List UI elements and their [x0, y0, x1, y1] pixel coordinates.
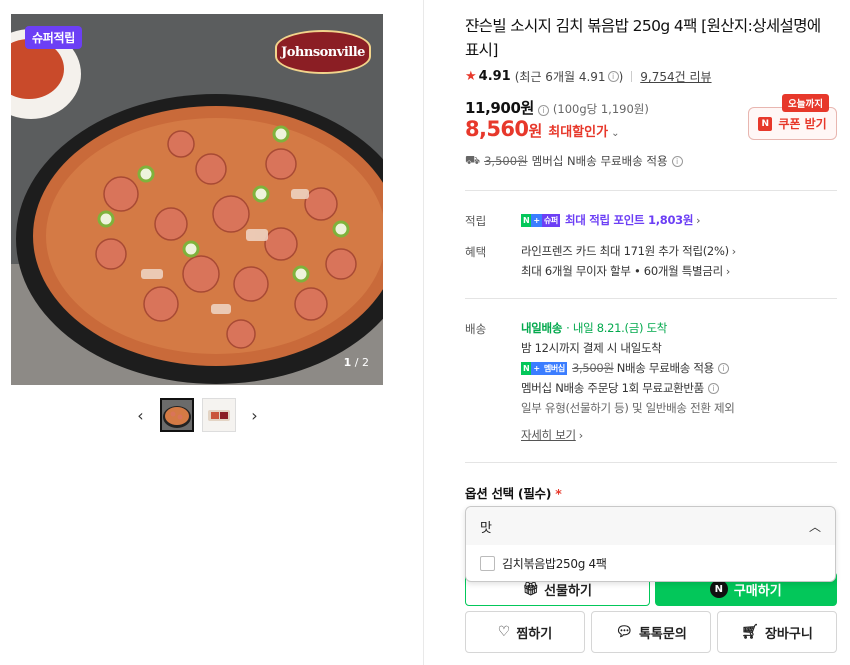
delivery-cutoff: 밤 12시까지 결제 시 내일도착: [521, 341, 662, 355]
chevron-right-icon: ›: [725, 264, 730, 278]
info-icon[interactable]: i: [707, 382, 719, 394]
points-line[interactable]: N + 슈퍼 최대 적립 포인트 1,803원 ›: [521, 212, 701, 228]
perk-installment-line[interactable]: 최대 6개월 무이자 할부 • 60개월 특별금리 ›: [521, 263, 730, 279]
original-price: 11,900원: [465, 99, 534, 117]
thumbnail-2[interactable]: [201, 398, 236, 432]
basket-icon: 🛒︎: [741, 624, 759, 640]
option-selected-value: 맛: [480, 520, 492, 536]
perks-label: 혜택: [465, 245, 487, 259]
sale-price-unit: 원: [528, 122, 543, 140]
free-exchange-line: 멤버십 N배송 주문당 1회 무료교환반품 i: [521, 380, 719, 396]
naver-pay-icon: N: [709, 580, 728, 598]
image-index: 1: [343, 356, 352, 369]
truck-icon: ⛟: [465, 153, 481, 167]
tomorrow-delivery-badge: 내일배송: [521, 321, 563, 335]
buy-label: 구매하기: [733, 583, 782, 599]
sale-price-row: 8,560 원 최대할인가 ⌄: [465, 117, 619, 141]
rating-score: 4.91: [478, 69, 511, 84]
option-dropdown[interactable]: 맛 ︿ 김치볶음밥250g 4팩: [465, 506, 836, 582]
chevron-right-icon: ›: [731, 244, 736, 258]
coupon-area: N 쿠폰 받기 오늘까지: [748, 94, 837, 140]
sale-price: 8,560: [465, 117, 529, 141]
thumbnail-image: [161, 400, 192, 430]
delivery-note: 일부 유형(선물하기 등) 및 일반배송 전환 제외: [521, 401, 735, 415]
shipping-text: 멤버십 N배송 무료배송 적용: [531, 154, 668, 168]
details-link-text: 자세히 보기: [521, 428, 576, 442]
star-icon: ★: [465, 69, 477, 84]
chevron-right-icon: ›: [696, 213, 701, 227]
coupon-label: 쿠폰 받기: [778, 117, 827, 131]
thumbnail-image: [202, 399, 235, 431]
info-icon[interactable]: i: [717, 362, 729, 374]
chevron-up-icon[interactable]: ︿: [809, 518, 821, 535]
membership-shipping-line: N + 멤버십 3,500원 N배송 무료배송 적용 i: [521, 360, 729, 376]
option-title: 옵션 선택 (필수) *: [465, 483, 562, 502]
review-count-link[interactable]: 9,754건 리뷰: [640, 68, 711, 85]
shipping-old-fee: 3,500원: [484, 154, 528, 168]
info-icon[interactable]: i: [671, 155, 683, 167]
delivery-free-text: N배송 무료배송 적용: [616, 361, 715, 375]
thumbnail-1[interactable]: [159, 398, 194, 432]
wishlist-label: 찜하기: [516, 626, 553, 642]
chat-bubble-icon: 💬︎: [615, 624, 633, 640]
super-points-badge: 슈퍼적립: [25, 26, 82, 49]
chevron-right-icon[interactable]: ›: [244, 404, 266, 426]
arrival-date: · 내일 8.21.(금) 도착: [566, 321, 668, 335]
perk-installment-text: 최대 6개월 무이자 할부 • 60개월 특별금리: [521, 264, 723, 278]
perk-card-line[interactable]: 라인프렌즈 카드 최대 171원 추가 적립(2%) ›: [521, 243, 736, 259]
rating-row: ★ 4.91 (최근 6개월 4.91 i ) 9,754건 리뷰: [465, 68, 712, 85]
section-divider: [465, 298, 837, 299]
cart-label: 장바구니: [764, 626, 813, 642]
chevron-right-icon: ›: [578, 428, 583, 442]
coupon-deadline-tag: 오늘까지: [782, 94, 829, 112]
section-divider: [465, 190, 837, 191]
wishlist-button[interactable]: ♡ 찜하기: [465, 611, 585, 653]
naver-plus-membership-badge: N + 멤버십: [521, 361, 567, 375]
option-title-text: 옵션 선택 (필수): [465, 486, 552, 501]
thumbnail-strip: ‹ ›: [0, 397, 395, 433]
shipping-fee-row: ⛟ 3,500원 멤버십 N배송 무료배송 적용 i: [465, 153, 683, 169]
info-icon[interactable]: i: [607, 71, 619, 82]
image-total: / 2: [354, 356, 369, 369]
main-product-image[interactable]: 슈퍼적립 Johnsonville 1 / 2: [11, 14, 383, 385]
free-exchange-text: 멤버십 N배송 주문당 1회 무료교환반품: [521, 381, 704, 395]
image-counter: 1 / 2: [344, 356, 369, 369]
talk-inquiry-label: 톡톡문의: [638, 626, 687, 642]
original-price-row: 11,900원 i (100g당 1,190원): [465, 97, 649, 118]
naver-plus-super-badge: N + 슈퍼: [521, 213, 560, 227]
gift-label: 선물하기: [544, 583, 592, 599]
option-item[interactable]: 김치볶음밥250g 4팩: [480, 555, 607, 572]
unit-price: (100g당 1,190원): [552, 102, 649, 116]
product-gallery: 슈퍼적립 Johnsonville 1 / 2 ‹ ›: [0, 0, 424, 665]
perk-card-text: 라인프렌즈 카드 최대 171원 추가 적립(2%): [521, 244, 729, 258]
divider: [631, 71, 633, 82]
section-divider: [465, 462, 837, 463]
required-mark: *: [555, 486, 562, 501]
max-points-text: 최대 적립 포인트 1,803원: [564, 213, 694, 227]
option-dropdown-header[interactable]: 맛 ︿: [466, 507, 835, 545]
points-label: 적립: [465, 214, 487, 228]
rating-recent: (최근 6개월 4.91: [514, 70, 606, 84]
secondary-actions: ♡ 찜하기 💬︎ 톡톡문의 🛒︎ 장바구니: [465, 611, 837, 653]
tomorrow-delivery-line: 내일배송 · 내일 8.21.(금) 도착: [521, 320, 667, 336]
talk-inquiry-button[interactable]: 💬︎ 톡톡문의: [591, 611, 711, 653]
delivery-details-link[interactable]: 자세히 보기 ›: [521, 427, 583, 443]
option-item-label: 김치볶음밥250g 4팩: [502, 557, 607, 571]
cart-button[interactable]: 🛒︎ 장바구니: [717, 611, 837, 653]
info-icon[interactable]: i: [537, 105, 549, 116]
max-discount-label[interactable]: 최대할인가: [548, 121, 608, 140]
chevron-left-icon[interactable]: ‹: [130, 404, 152, 426]
naver-n-icon: N: [758, 116, 773, 131]
delivery-label: 배송: [465, 322, 487, 336]
brand-logo: Johnsonville: [275, 30, 371, 74]
option-checkbox[interactable]: [480, 556, 495, 571]
chevron-down-icon[interactable]: ⌄: [611, 128, 619, 139]
gift-icon: 🎁︎: [522, 581, 540, 597]
delivery-old-fee: 3,500원: [572, 361, 614, 375]
product-title: 쟌슨빌 소시지 김치 볶음밥 250g 4팩 [원산지:상세설명에 표시]: [465, 17, 821, 59]
heart-icon: ♡: [497, 624, 511, 640]
rating-recent-close: ): [618, 69, 624, 84]
